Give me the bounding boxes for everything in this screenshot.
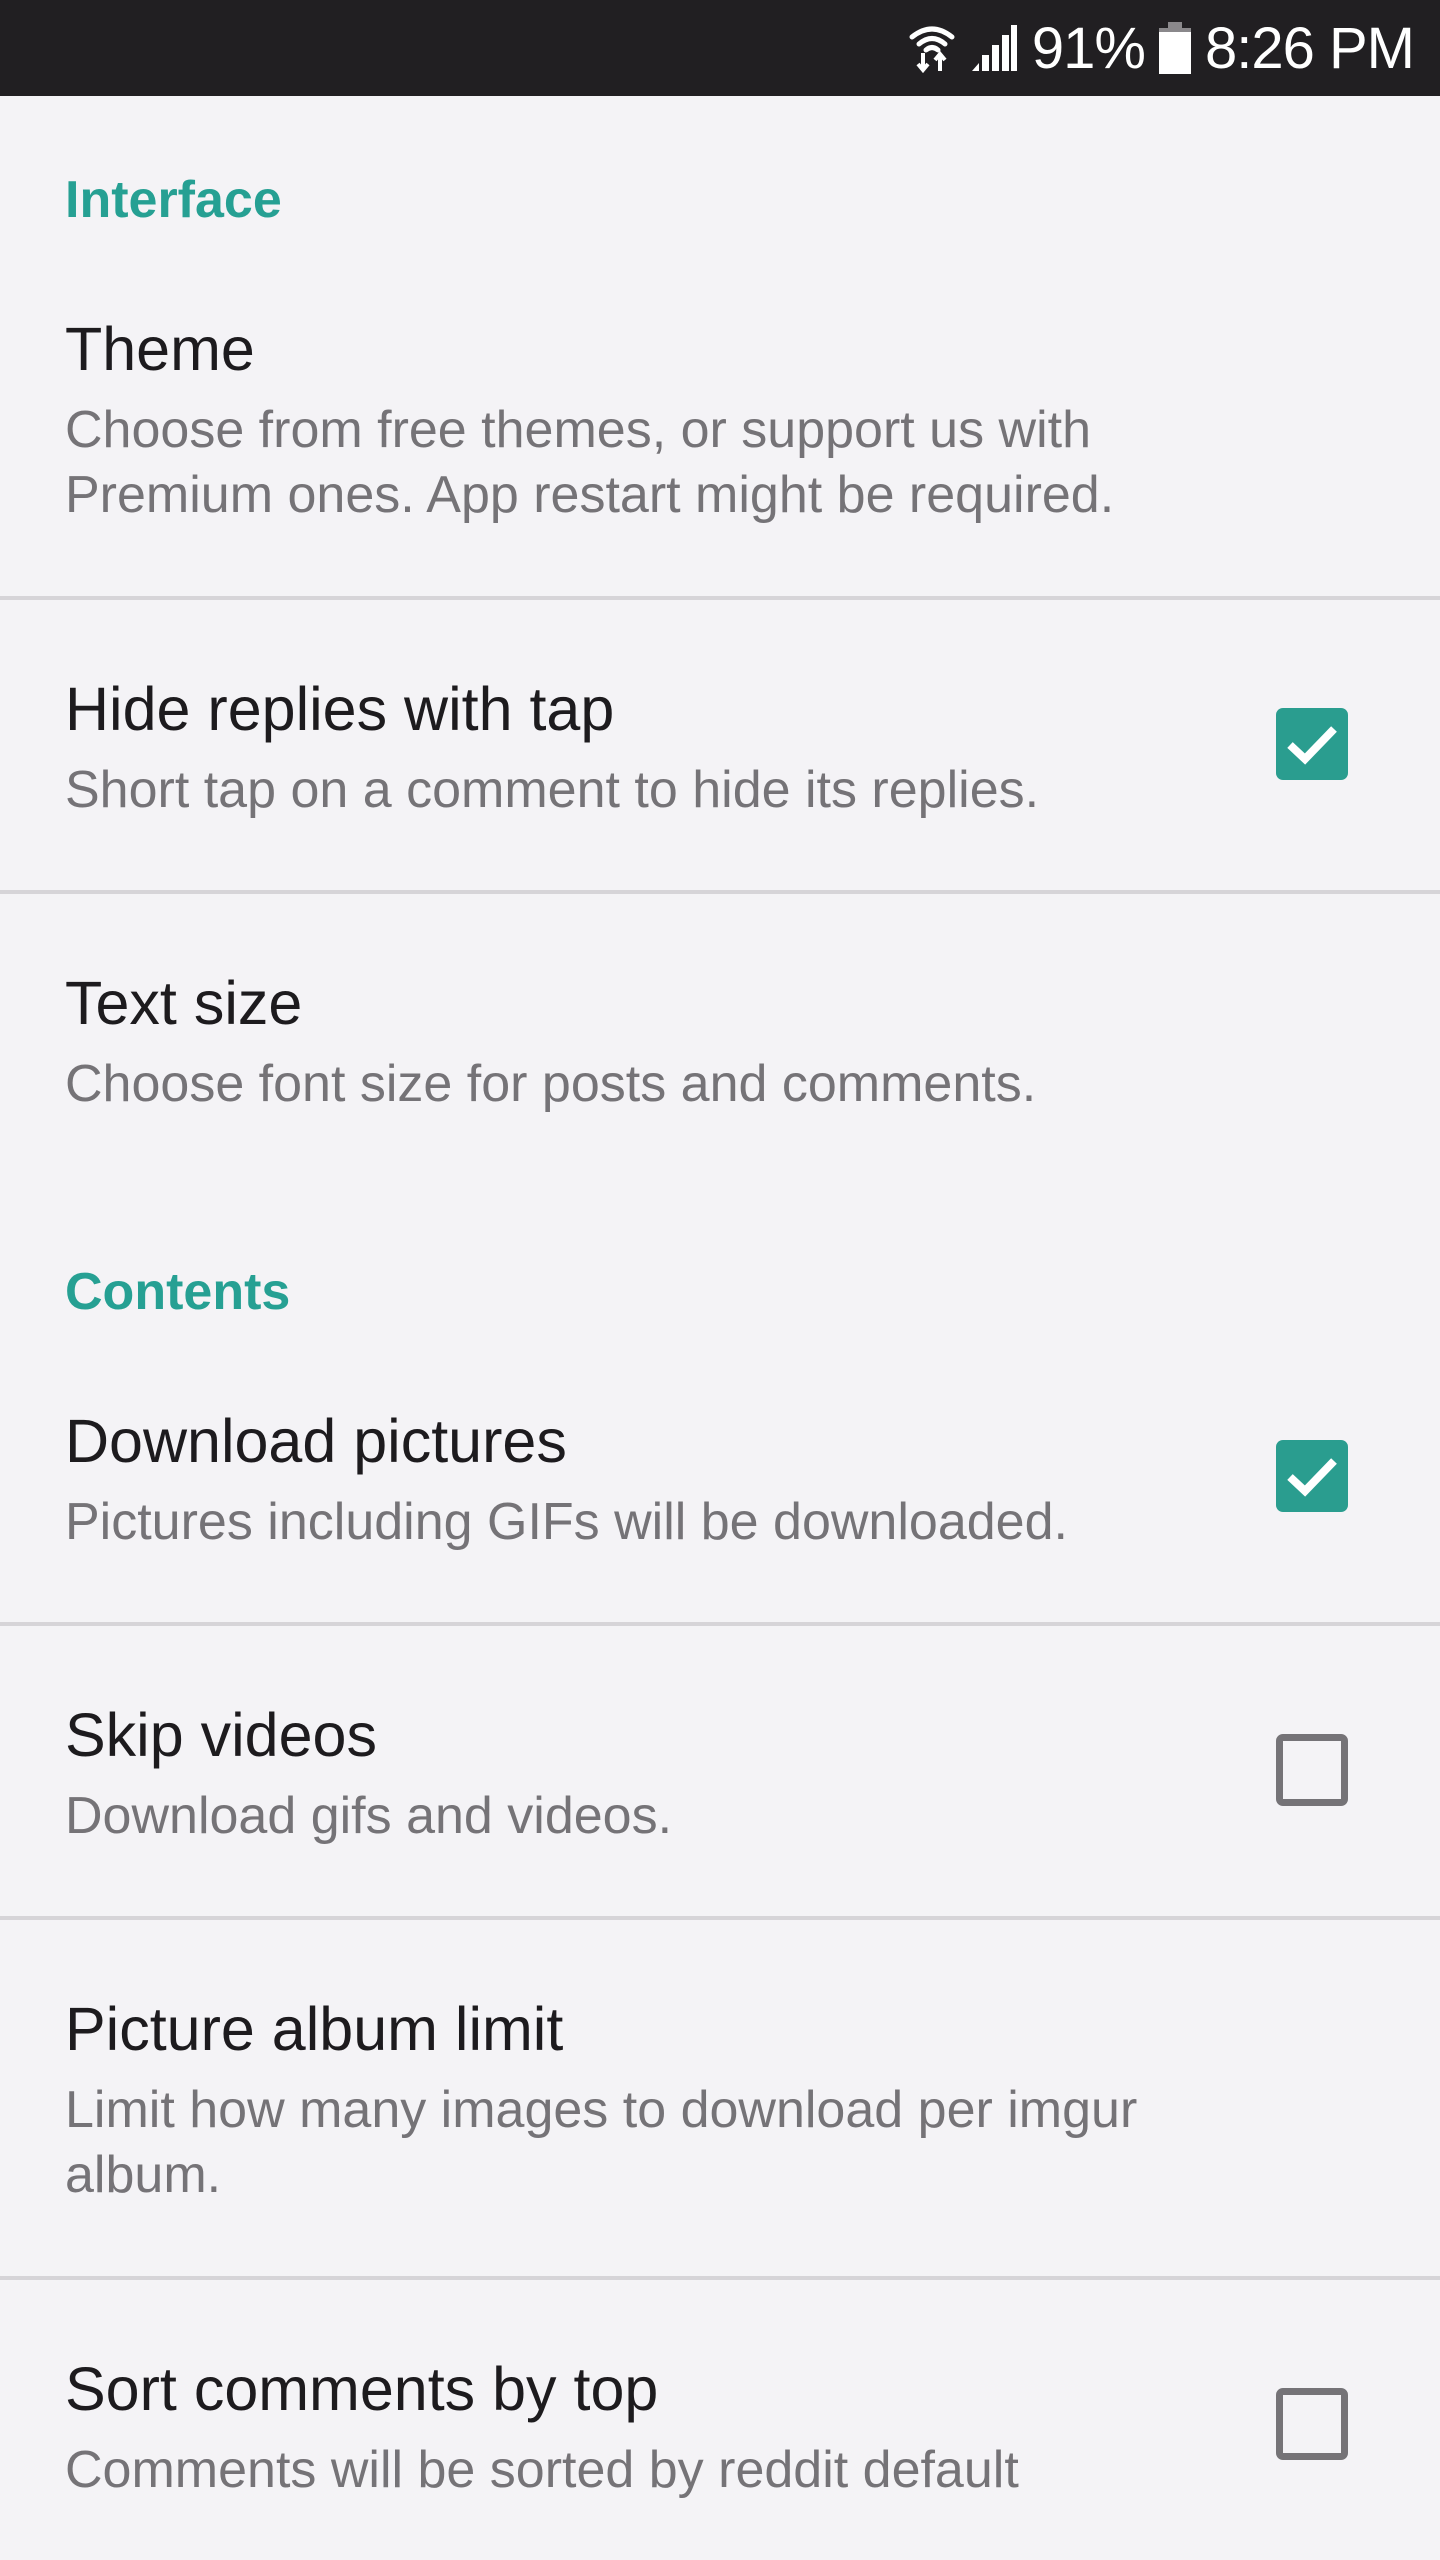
pref-summary: Pictures including GIFs will be download… xyxy=(65,1493,1068,1551)
battery-percent: 91% xyxy=(1031,15,1146,81)
download-pictures-checkbox[interactable] xyxy=(1276,1440,1348,1512)
pref-title: Picture album limit xyxy=(65,1995,564,2063)
pref-text-size[interactable]: Text size Choose font size for posts and… xyxy=(0,894,1440,1184)
pref-summary: Choose font size for posts and comments. xyxy=(65,1055,1037,1113)
cellular-signal-icon xyxy=(970,23,1018,73)
wifi-icon xyxy=(908,23,956,73)
pref-title: Text size xyxy=(65,969,303,1037)
pref-sort-comments-by-top[interactable]: Sort comments by top Comments will be so… xyxy=(0,2280,1440,2560)
pref-title: Theme xyxy=(65,315,255,383)
pref-summary: Short tap on a comment to hide its repli… xyxy=(65,761,1040,819)
pref-skip-videos[interactable]: Skip videos Download gifs and videos. xyxy=(0,1626,1440,1916)
pref-title: Sort comments by top xyxy=(65,2355,659,2423)
pref-title: Hide replies with tap xyxy=(65,675,615,743)
sort-comments-checkbox[interactable] xyxy=(1276,2388,1348,2460)
pref-theme[interactable]: Theme Choose from free themes, or suppor… xyxy=(0,290,1440,596)
pref-summary: Choose from free themes, or support us w… xyxy=(65,401,1115,524)
pref-summary: Download gifs and videos. xyxy=(65,1787,673,1845)
hide-replies-checkbox[interactable] xyxy=(1276,708,1348,780)
checkmark-icon xyxy=(1287,1458,1337,1497)
pref-download-pictures[interactable]: Download pictures Pictures including GIF… xyxy=(0,1360,1440,1622)
status-bar: 91% 8:26 PM xyxy=(0,0,1440,96)
skip-videos-checkbox[interactable] xyxy=(1276,1734,1348,1806)
pref-summary: Comments will be sorted by reddit defaul… xyxy=(65,2441,1019,2499)
section-header-interface: Interface xyxy=(65,171,282,229)
pref-title: Skip videos xyxy=(65,1701,377,1769)
pref-title: Download pictures xyxy=(65,1407,567,1475)
checkmark-icon xyxy=(1287,726,1337,765)
pref-picture-album-limit[interactable]: Picture album limit Limit how many image… xyxy=(0,1920,1440,2276)
pref-summary: Limit how many images to download per im… xyxy=(65,2081,1138,2204)
clock: 8:26 PM xyxy=(1205,15,1415,81)
pref-hide-replies-with-tap[interactable]: Hide replies with tap Short tap on a com… xyxy=(0,600,1440,890)
battery-icon xyxy=(1159,22,1191,74)
section-header-contents: Contents xyxy=(65,1263,291,1321)
